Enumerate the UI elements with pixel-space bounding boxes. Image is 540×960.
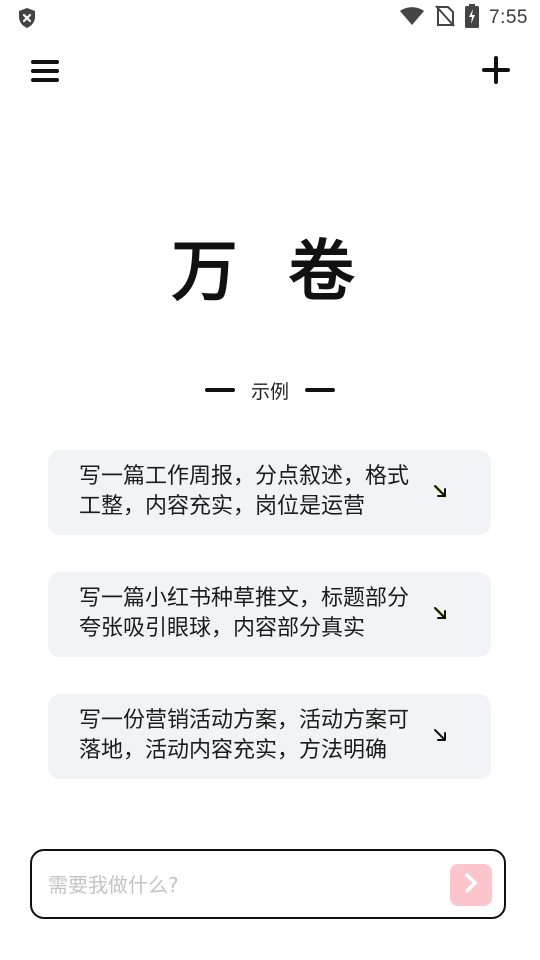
arrow-down-right-icon [433,728,449,744]
wifi-icon [399,6,425,30]
example-card[interactable]: 写一份营销活动方案，活动方案可落地，活动内容充实，方法明确 [48,694,491,779]
prompt-input[interactable] [46,865,440,905]
example-card-text: 写一篇工作周报，分点叙述，格式工整，内容充实，岗位是运营 [79,464,410,519]
example-card[interactable]: 写一篇工作周报，分点叙述，格式工整，内容充实，岗位是运营 [48,450,491,535]
arrow-down-right-icon [433,484,449,500]
divider-dash [305,388,335,392]
shield-x-icon [16,7,38,29]
example-card-text: 写一篇小红书种草推文，标题部分夸张吸引眼球，内容部分真实 [79,586,410,641]
plus-icon[interactable] [478,52,514,88]
app-bar [0,44,540,96]
status-bar: 7:55 [0,0,540,36]
prompt-composer [30,849,506,919]
arrow-down-right-icon [433,606,449,622]
chevron-right-icon [461,872,481,898]
app-title: 万 卷 [171,232,369,310]
example-card-text: 写一份营销活动方案，活动方案可落地，活动内容充实，方法明确 [79,708,410,763]
example-card[interactable]: 写一篇小红书种草推文，标题部分夸张吸引眼球，内容部分真实 [48,572,491,657]
examples-header: 示例 [0,376,540,404]
send-button[interactable] [450,864,492,906]
status-time: 7:55 [489,7,528,28]
examples-label: 示例 [250,380,289,403]
no-sim-icon [435,5,455,31]
hamburger-menu-icon[interactable] [28,54,62,88]
divider-dash [204,388,235,392]
battery-charging-icon [465,4,480,32]
